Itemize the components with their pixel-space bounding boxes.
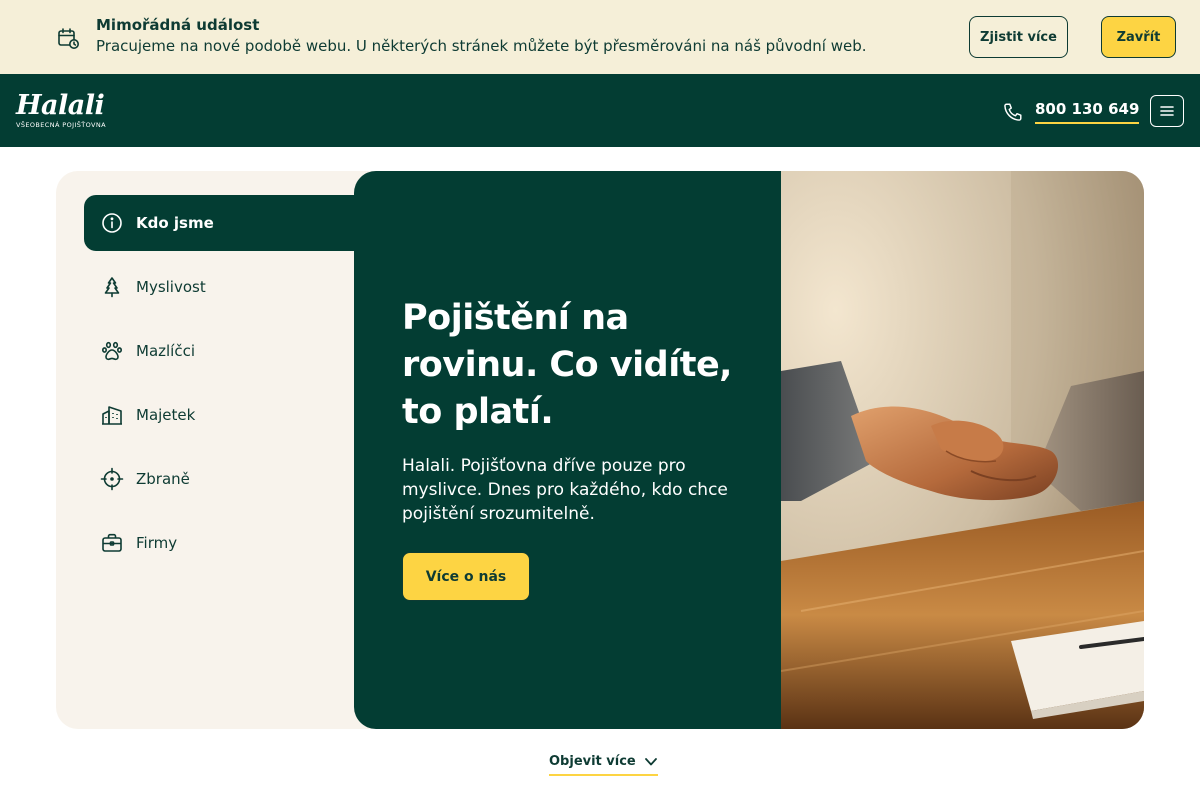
crosshair-icon [100, 467, 124, 491]
logo[interactable]: Halali VŠEOBECNÁ POJIŠŤOVNA [16, 90, 112, 132]
announcement-message: Pracujeme na nové podobě webu. U některý… [96, 37, 867, 55]
sidebar-item-label: Myslivost [136, 278, 206, 296]
hamburger-icon [1160, 106, 1174, 116]
phone-icon [1004, 103, 1022, 121]
hero-text: Halali. Pojišťovna dříve pouze pro mysli… [402, 456, 728, 524]
close-announcement-button[interactable]: Zavřít [1101, 16, 1176, 58]
sidebar-item-label: Zbraně [136, 470, 190, 488]
explore-more-link[interactable]: Objevit více [549, 754, 658, 776]
sidebar-item-label: Majetek [136, 406, 196, 424]
sidebar-item-label: Firmy [136, 534, 178, 552]
sidebar-item-mazlicci[interactable]: Mazlíčci [84, 323, 354, 379]
hero-panel: Pojištění na rovinu. Co vidíte, to platí… [354, 171, 781, 729]
hero-heading: Pojištění na rovinu. Co vidíte, to platí… [402, 298, 732, 432]
logo-text: Halali [16, 90, 105, 121]
sidebar-item-kdo-jsme[interactable]: Kdo jsme [84, 195, 354, 251]
sidebar-item-label: Mazlíčci [136, 342, 196, 360]
sidebar-item-firmy[interactable]: Firmy [84, 515, 354, 571]
sidebar-item-myslivost[interactable]: Myslivost [84, 259, 354, 315]
announcement-title: Mimořádná událost [96, 16, 260, 34]
chevron-down-icon [644, 757, 657, 765]
logo-tagline: VŠEOBECNÁ POJIŠŤOVNA [16, 121, 106, 129]
calendar-clock-icon [58, 28, 79, 49]
announcement-bar: Mimořádná událost Pracujeme na nové podo… [0, 0, 1200, 74]
phone-link[interactable]: 800 130 649 [1035, 100, 1140, 124]
sidebar-item-majetek[interactable]: Majetek [84, 387, 354, 443]
sidebar-item-zbrane[interactable]: Zbraně [84, 451, 354, 507]
briefcase-icon [102, 533, 122, 552]
info-icon [102, 213, 122, 233]
paw-icon [101, 341, 122, 361]
learn-more-button[interactable]: Zjistit více [969, 16, 1068, 58]
handshake-photo [781, 171, 1144, 729]
building-icon [102, 406, 122, 425]
explore-more-label: Objevit více [549, 754, 636, 769]
handshake-image [781, 171, 1144, 729]
about-us-button[interactable]: Více o nás [402, 552, 530, 601]
sidebar-item-label: Kdo jsme [136, 214, 214, 232]
tree-icon [104, 277, 120, 298]
menu-button[interactable] [1150, 95, 1184, 127]
